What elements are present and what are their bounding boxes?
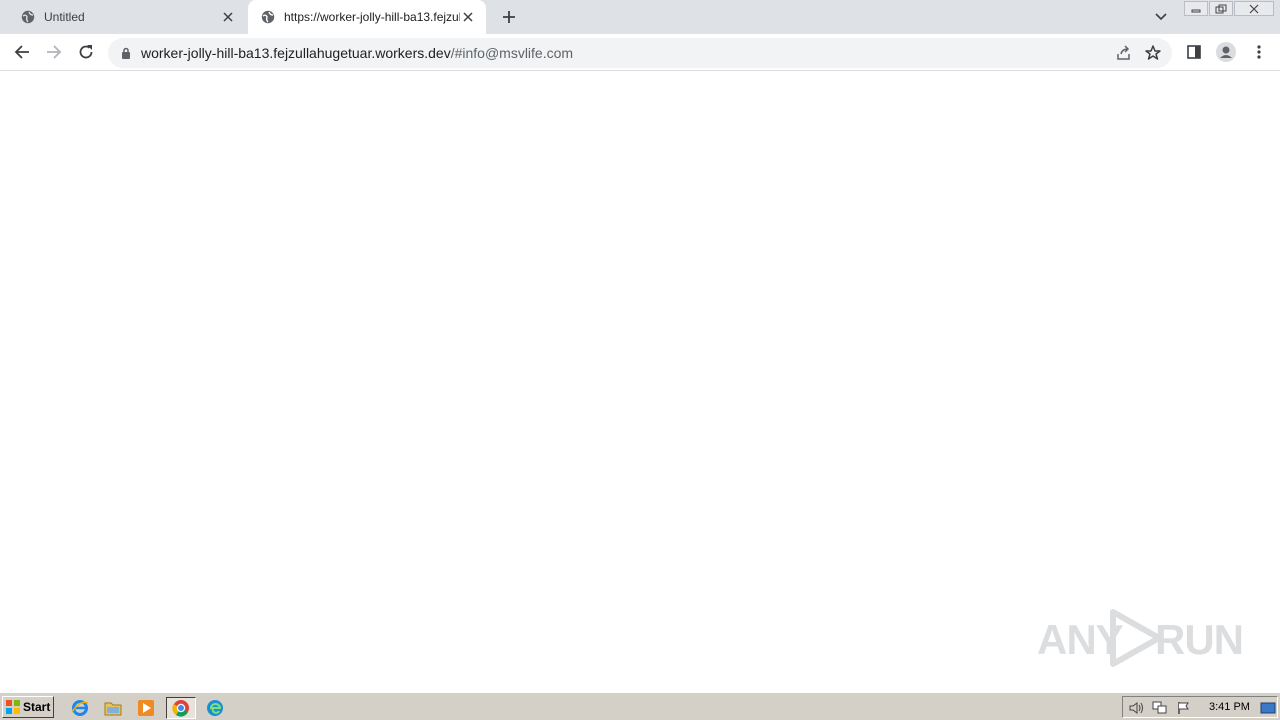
browser-toolbar: worker-jolly-hill-ba13.fejzullahugetuar.… bbox=[0, 34, 1280, 71]
network-icon[interactable] bbox=[1151, 699, 1169, 717]
minimize-icon bbox=[1191, 9, 1201, 12]
tab-label: https://worker-jolly-hill-ba13.fejzulla bbox=[284, 10, 460, 24]
kebab-menu-icon bbox=[1257, 45, 1261, 59]
minimize-button[interactable] bbox=[1184, 1, 1208, 16]
tab-untitled[interactable]: Untitled bbox=[8, 0, 246, 34]
file-explorer-icon[interactable] bbox=[102, 697, 124, 719]
close-icon bbox=[1249, 4, 1259, 13]
close-tab-icon[interactable] bbox=[460, 9, 476, 25]
windows-logo-icon bbox=[6, 700, 20, 714]
media-player-icon[interactable] bbox=[135, 697, 157, 719]
menu-button[interactable] bbox=[1249, 42, 1269, 62]
window-controls bbox=[1183, 1, 1274, 17]
volume-icon[interactable] bbox=[1127, 699, 1145, 717]
edge-icon[interactable] bbox=[204, 697, 226, 719]
globe-icon bbox=[260, 9, 276, 25]
lock-icon[interactable] bbox=[118, 45, 134, 61]
globe-icon bbox=[20, 9, 36, 25]
url-fragment: /#info@msvlife.com bbox=[450, 45, 574, 61]
url-host: worker-jolly-hill-ba13.fejzullahugetuar.… bbox=[141, 45, 451, 61]
page-content bbox=[0, 72, 1280, 692]
close-window-button[interactable] bbox=[1234, 1, 1274, 16]
forward-arrow-icon bbox=[47, 45, 62, 59]
watermark-right: RUN bbox=[1155, 616, 1244, 663]
plus-icon bbox=[503, 11, 515, 23]
reload-icon bbox=[79, 45, 93, 59]
show-desktop-icon[interactable] bbox=[1259, 699, 1277, 717]
clock[interactable]: 3:41 PM bbox=[1209, 701, 1250, 713]
tab-search-button[interactable] bbox=[1152, 8, 1170, 26]
chevron-down-icon bbox=[1155, 13, 1167, 21]
start-label: Start bbox=[23, 700, 51, 714]
internet-explorer-icon[interactable] bbox=[69, 697, 91, 719]
side-panel-icon bbox=[1187, 45, 1201, 59]
share-icon[interactable] bbox=[1116, 45, 1132, 61]
action-center-flag-icon[interactable] bbox=[1175, 699, 1193, 717]
avatar-icon bbox=[1216, 42, 1236, 62]
restore-button[interactable] bbox=[1209, 1, 1233, 16]
forward-button[interactable] bbox=[44, 42, 64, 62]
back-arrow-icon bbox=[14, 45, 29, 59]
close-tab-icon[interactable] bbox=[220, 9, 236, 25]
url-text[interactable]: worker-jolly-hill-ba13.fejzullahugetuar.… bbox=[141, 45, 573, 61]
tab-strip: Untitled https://worker-jolly-hill-ba13.… bbox=[0, 0, 1280, 34]
address-bar[interactable]: worker-jolly-hill-ba13.fejzullahugetuar.… bbox=[108, 38, 1172, 68]
bookmark-star-icon[interactable] bbox=[1144, 44, 1162, 62]
system-tray: 3:41 PM bbox=[1122, 696, 1278, 718]
profile-button[interactable] bbox=[1216, 42, 1236, 62]
start-button[interactable]: Start bbox=[2, 696, 54, 718]
restore-icon bbox=[1215, 4, 1227, 13]
taskbar: Start 3:41 PM bbox=[0, 692, 1280, 720]
side-panel-button[interactable] bbox=[1184, 42, 1204, 62]
back-button[interactable] bbox=[12, 42, 32, 62]
chrome-icon[interactable] bbox=[166, 697, 196, 719]
tab-worker-page[interactable]: https://worker-jolly-hill-ba13.fejzulla bbox=[248, 0, 486, 34]
reload-button[interactable] bbox=[76, 42, 96, 62]
tab-label: Untitled bbox=[44, 10, 85, 24]
anyrun-watermark: ANY RUN bbox=[1037, 606, 1244, 670]
new-tab-button[interactable] bbox=[499, 7, 519, 27]
